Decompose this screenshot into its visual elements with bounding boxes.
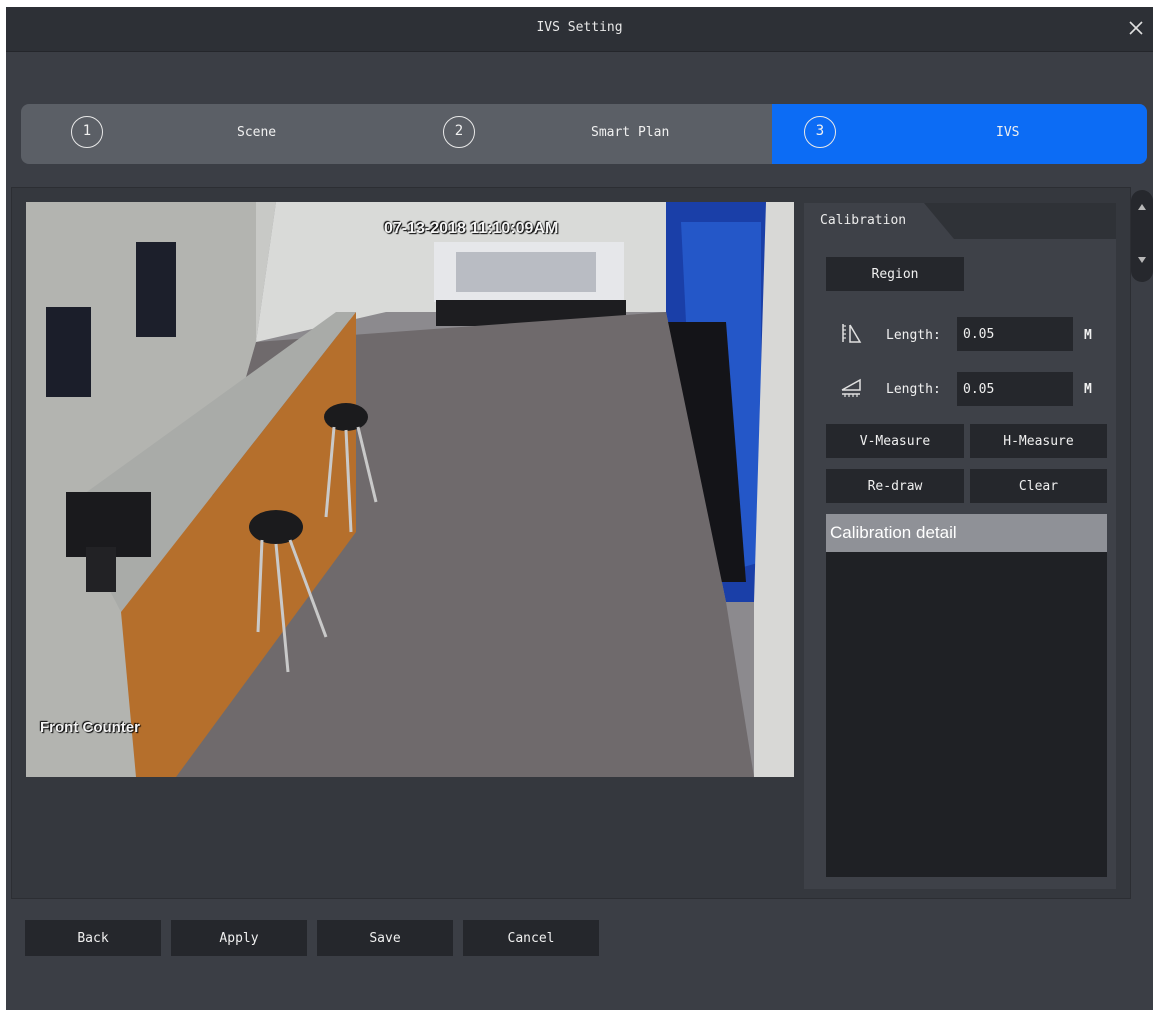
step-number-circle: 1 <box>71 116 103 148</box>
vertical-length-input[interactable] <box>957 317 1073 351</box>
window-title: IVS Setting <box>536 20 623 35</box>
save-button[interactable]: Save <box>317 920 453 956</box>
calibration-detail-header: Calibration detail <box>826 514 1107 552</box>
calibration-tab[interactable]: Calibration <box>804 203 954 239</box>
region-button[interactable]: Region <box>826 257 964 291</box>
step-label: Scene <box>237 125 277 140</box>
ivs-setting-window: IVS Setting 1 Scene 2 Smart Plan 3 IVS 0… <box>6 7 1153 1010</box>
scroll-up-icon[interactable] <box>1131 198 1153 220</box>
video-timestamp: 07-13-2018 11:10:09AM <box>384 220 559 237</box>
redraw-button[interactable]: Re-draw <box>826 469 964 503</box>
horizontal-length-label: Length: <box>886 382 941 397</box>
h-measure-button[interactable]: H-Measure <box>970 424 1107 458</box>
camera-scene-image <box>26 202 794 777</box>
clear-button[interactable]: Clear <box>970 469 1107 503</box>
scroll-down-icon[interactable] <box>1131 248 1153 270</box>
vertical-unit: M <box>1084 328 1092 343</box>
calibration-tab-label: Calibration <box>820 213 907 228</box>
apply-button[interactable]: Apply <box>171 920 307 956</box>
step-label: IVS <box>996 125 1020 140</box>
step-scene[interactable]: 1 Scene <box>21 104 396 164</box>
step-progress-bar: 1 Scene 2 Smart Plan 3 IVS <box>21 104 1147 164</box>
step-ivs[interactable]: 3 IVS <box>772 104 1147 164</box>
cancel-button[interactable]: Cancel <box>463 920 599 956</box>
back-button[interactable]: Back <box>25 920 161 956</box>
calibration-body: Region Length: M Length: <box>804 239 1116 889</box>
step-label: Smart Plan <box>591 125 670 140</box>
step-number-circle: 3 <box>804 116 836 148</box>
video-preview[interactable]: 07-13-2018 11:10:09AM Front Counter <box>26 202 794 777</box>
step-number-circle: 2 <box>443 116 475 148</box>
vertical-ruler-icon <box>842 324 862 343</box>
horizontal-length-input[interactable] <box>957 372 1073 406</box>
camera-label: Front Counter <box>40 719 140 736</box>
step-smart-plan[interactable]: 2 Smart Plan <box>396 104 771 164</box>
horizontal-ruler-icon <box>841 378 861 397</box>
title-bar: IVS Setting <box>6 7 1153 52</box>
scrollbar[interactable] <box>1131 190 1153 282</box>
horizontal-unit: M <box>1084 382 1092 397</box>
v-measure-button[interactable]: V-Measure <box>826 424 964 458</box>
vertical-length-label: Length: <box>886 328 941 343</box>
close-icon[interactable] <box>1125 17 1147 39</box>
calibration-detail-list[interactable] <box>826 552 1107 877</box>
calibration-panel: Calibration Region Length: M <box>804 203 1116 889</box>
